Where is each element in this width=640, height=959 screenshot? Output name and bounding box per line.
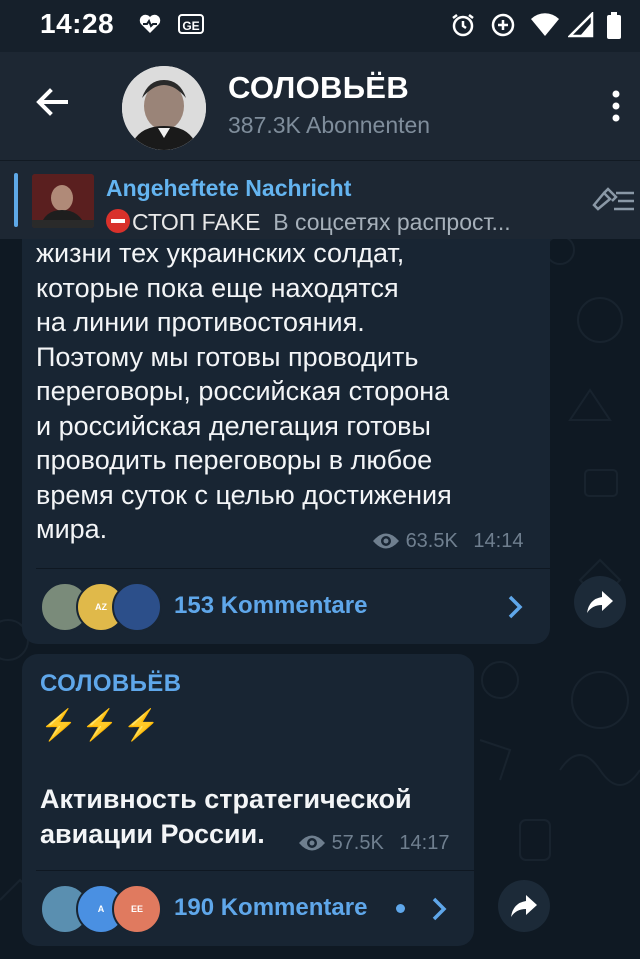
message-meta: 57.5K 14:17 [298,832,449,855]
lightning-emoji: ⚡⚡⚡ [40,709,165,742]
message-text: жизни тех украинских солдат, которые пок… [36,238,452,544]
message-time: 14:17 [399,832,450,854]
message-time: 14:14 [473,530,524,552]
share-button[interactable] [574,576,626,628]
heartbeat-icon [139,14,161,33]
pinned-title: Angeheftete Nachricht [106,175,352,201]
pin-list-icon[interactable] [590,183,636,217]
views-icon [373,533,399,549]
message-author[interactable]: СОЛОВЬЁВ [40,670,181,698]
arrow-left-icon[interactable] [32,82,72,122]
wifi-icon [531,13,559,37]
divider [36,870,474,871]
commenter-avatar [112,582,162,632]
channel-header: СОЛОВЬЁВ 387.3K Abonnenten [0,52,640,160]
pinned-message-bar[interactable]: Angeheftete Nachricht СТОП FAKE В соцсет… [0,160,640,239]
chevron-right-icon[interactable] [506,594,524,620]
message-bubble[interactable]: СОЛОВЬЁВ ⚡⚡⚡ Активность стратегической а… [22,654,474,946]
message-meta: 63.5K 14:14 [372,530,523,553]
share-button[interactable] [498,880,550,932]
share-icon [587,591,613,613]
channel-title[interactable]: СОЛОВЬЁВ [228,70,409,106]
view-count: 63.5K [405,530,458,552]
stop-sign-icon [106,209,130,233]
status-time: 14:28 [40,8,115,39]
channel-avatar[interactable] [122,66,206,150]
comments-count[interactable]: 190 Kommentare [174,894,367,922]
status-bar: 14:28 GE [0,0,640,52]
alarm-icon [452,14,474,37]
share-icon [511,895,537,917]
pinned-thumbnail [32,174,94,228]
message-bubble[interactable]: жизни тех украинских солдат, которые пок… [22,200,550,644]
comments-count[interactable]: 153 Kommentare [174,592,367,620]
data-saver-icon [491,13,515,37]
views-icon [299,835,325,851]
divider [36,568,550,569]
subscriber-count: 387.3K Abonnenten [228,112,431,138]
more-vertical-icon[interactable] [604,86,628,126]
unread-dot [396,904,405,913]
chevron-right-icon[interactable] [430,896,448,922]
battery-icon [607,12,621,39]
commenter-avatar: EE [112,884,162,934]
pinned-text: СТОП FAKE В соцсетях распрост... [106,209,572,236]
view-count: 57.5K [331,832,384,854]
pinned-indicator [14,173,18,227]
ge-icon: GE [178,14,204,34]
signal-icon [568,12,594,38]
